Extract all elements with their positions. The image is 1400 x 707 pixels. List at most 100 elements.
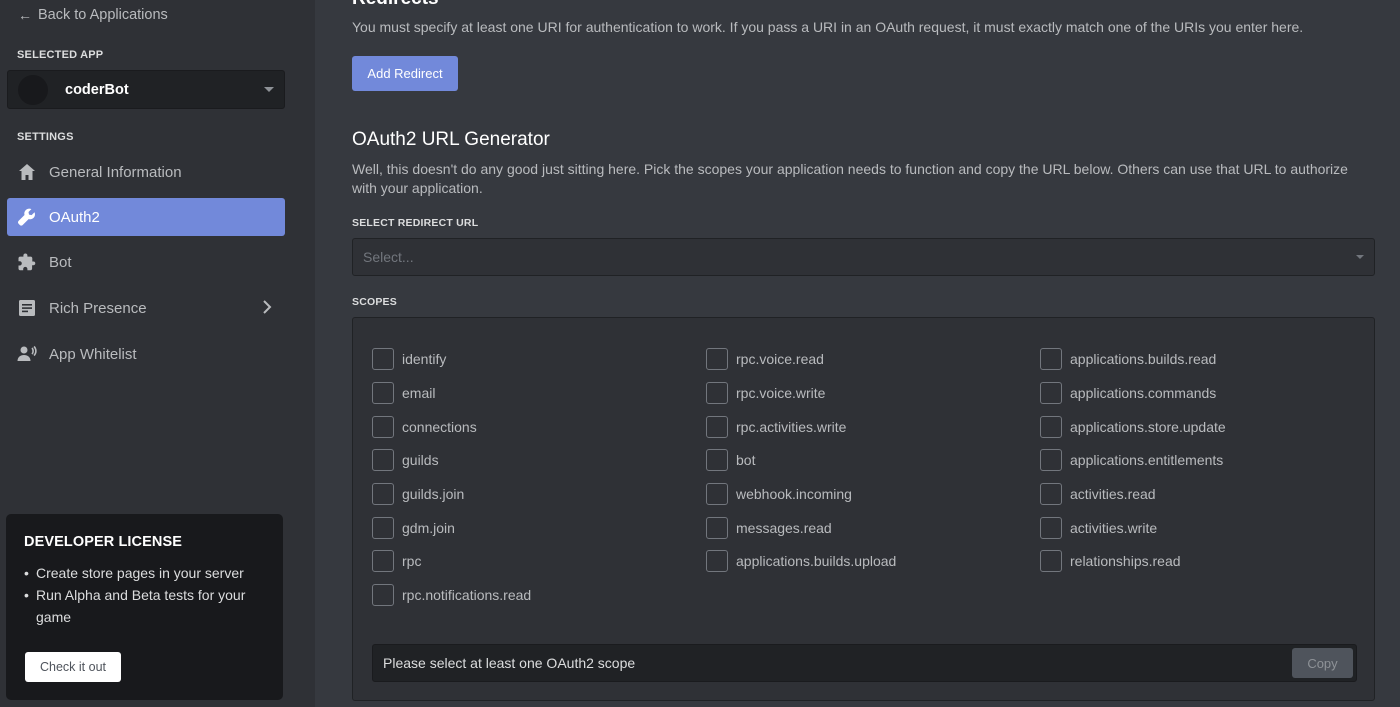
scope-label: rpc.voice.read <box>736 351 824 367</box>
scope-label: rpc.activities.write <box>736 419 847 435</box>
scope-checkbox-bot[interactable]: bot <box>706 449 755 471</box>
developer-license-card: DEVELOPER LICENSE Create store pages in … <box>6 514 283 700</box>
scope-checkbox-guilds-join[interactable]: guilds.join <box>372 483 464 505</box>
scope-checkbox-applications-entitlements[interactable]: applications.entitlements <box>1040 449 1223 471</box>
checkbox[interactable] <box>1040 517 1062 539</box>
scopes-label: SCOPES <box>352 296 397 308</box>
scope-label: activities.read <box>1070 486 1156 502</box>
scope-label: webhook.incoming <box>736 486 852 502</box>
redirects-description: You must specify at least one URI for au… <box>352 19 1304 35</box>
nav-item-label: General Information <box>49 163 182 181</box>
scope-label: email <box>402 385 436 401</box>
scope-checkbox-rpc-activities-write[interactable]: rpc.activities.write <box>706 416 846 438</box>
checkbox[interactable] <box>372 483 394 505</box>
scope-label: rpc.notifications.read <box>402 587 532 603</box>
arrow-left-icon: ← <box>18 7 32 23</box>
scope-label: applications.commands <box>1070 385 1217 401</box>
copy-button[interactable]: Copy <box>1292 648 1353 678</box>
check-it-out-button[interactable]: Check it out <box>25 652 121 682</box>
main-content: Redirects You must specify at least one … <box>315 0 1400 707</box>
scope-checkbox-applications-builds-read[interactable]: applications.builds.read <box>1040 348 1216 370</box>
nav-item-rich-presence[interactable]: Rich Presence <box>7 289 285 327</box>
scope-checkbox-applications-commands[interactable]: applications.commands <box>1040 382 1216 404</box>
scope-label: guilds.join <box>402 486 465 502</box>
scope-checkbox-activities-read[interactable]: activities.read <box>1040 483 1156 505</box>
scope-label: gdm.join <box>402 520 455 536</box>
scope-checkbox-applications-store-update[interactable]: applications.store.update <box>1040 416 1226 438</box>
chevron-down-icon <box>264 87 274 92</box>
scope-label: applications.entitlements <box>1070 452 1224 468</box>
checkbox[interactable] <box>372 348 394 370</box>
puzzle-icon <box>17 252 37 272</box>
scope-label: connections <box>402 419 477 435</box>
sidebar: ← Back to Applications SELECTED APP code… <box>0 0 315 707</box>
checkbox[interactable] <box>372 584 394 606</box>
scope-checkbox-webhook-incoming[interactable]: webhook.incoming <box>706 483 852 505</box>
nav-item-label: Bot <box>49 253 72 271</box>
checkbox[interactable] <box>1040 483 1062 505</box>
nav-item-general-information[interactable]: General Information <box>7 153 285 191</box>
generated-url-field[interactable]: Please select at least one OAuth2 scope … <box>372 644 1357 682</box>
scope-label: identify <box>402 351 447 367</box>
scope-checkbox-applications-builds-upload[interactable]: applications.builds.upload <box>706 550 896 572</box>
generated-url-text: Please select at least one OAuth2 scope <box>383 655 636 671</box>
back-link-label: Back to Applications <box>38 7 168 23</box>
app-selector[interactable]: coderBot <box>7 70 285 109</box>
scope-checkbox-messages-read[interactable]: messages.read <box>706 517 832 539</box>
checkbox[interactable] <box>706 449 728 471</box>
scope-checkbox-rpc-notifications-read[interactable]: rpc.notifications.read <box>372 584 531 606</box>
license-benefits-list: Create store pages in your server Run Al… <box>24 562 265 628</box>
checkbox[interactable] <box>706 483 728 505</box>
scope-label: bot <box>736 452 756 468</box>
scope-checkbox-activities-write[interactable]: activities.write <box>1040 517 1157 539</box>
checkbox[interactable] <box>1040 348 1062 370</box>
scope-checkbox-rpc-voice-write[interactable]: rpc.voice.write <box>706 382 825 404</box>
scope-label: applications.store.update <box>1070 419 1226 435</box>
scope-checkbox-guilds[interactable]: guilds <box>372 449 439 471</box>
scope-checkbox-email[interactable]: email <box>372 382 435 404</box>
scope-checkbox-rpc-voice-read[interactable]: rpc.voice.read <box>706 348 824 370</box>
checkbox[interactable] <box>706 517 728 539</box>
scope-label: activities.write <box>1070 520 1158 536</box>
checkbox[interactable] <box>1040 382 1062 404</box>
scope-label: applications.builds.read <box>1070 351 1217 367</box>
scope-checkbox-relationships-read[interactable]: relationships.read <box>1040 550 1181 572</box>
add-redirect-button[interactable]: Add Redirect <box>352 56 458 91</box>
nav-item-app-whitelist[interactable]: App Whitelist <box>7 335 285 373</box>
checkbox[interactable] <box>372 449 394 471</box>
checkbox[interactable] <box>372 382 394 404</box>
selected-app-heading: SELECTED APP <box>17 49 104 61</box>
checkbox[interactable] <box>1040 416 1062 438</box>
nav-item-oauth2[interactable]: OAuth2 <box>7 198 285 236</box>
app-name: coderBot <box>65 81 129 98</box>
checkbox[interactable] <box>372 550 394 572</box>
settings-heading: SETTINGS <box>17 131 74 143</box>
redirect-url-placeholder: Select... <box>363 249 414 265</box>
scopes-panel: identify email connections guilds guilds… <box>352 317 1375 701</box>
nav-item-label: OAuth2 <box>49 208 100 226</box>
redirect-url-select[interactable]: Select... <box>352 238 1375 276</box>
person-phone-icon <box>17 344 37 364</box>
checkbox[interactable] <box>1040 550 1062 572</box>
checkbox[interactable] <box>706 382 728 404</box>
nav-item-label: App Whitelist <box>49 345 137 363</box>
checkbox[interactable] <box>706 348 728 370</box>
chevron-down-icon <box>1356 255 1364 259</box>
scope-label: messages.read <box>736 520 832 536</box>
back-to-applications-link[interactable]: ← Back to Applications <box>18 7 168 23</box>
chevron-right-icon <box>261 299 273 319</box>
list-item: Create store pages in your server <box>24 562 265 584</box>
checkbox[interactable] <box>706 550 728 572</box>
scope-checkbox-gdm-join[interactable]: gdm.join <box>372 517 455 539</box>
checkbox[interactable] <box>372 416 394 438</box>
scope-label: guilds <box>402 452 439 468</box>
url-generator-description: Well, this doesn't do any good just sitt… <box>352 161 1348 196</box>
scope-checkbox-connections[interactable]: connections <box>372 416 477 438</box>
scope-checkbox-identify[interactable]: identify <box>372 348 446 370</box>
document-icon <box>17 298 37 318</box>
nav-item-bot[interactable]: Bot <box>7 243 285 281</box>
checkbox[interactable] <box>706 416 728 438</box>
scope-checkbox-rpc[interactable]: rpc <box>372 550 421 572</box>
checkbox[interactable] <box>372 517 394 539</box>
checkbox[interactable] <box>1040 449 1062 471</box>
